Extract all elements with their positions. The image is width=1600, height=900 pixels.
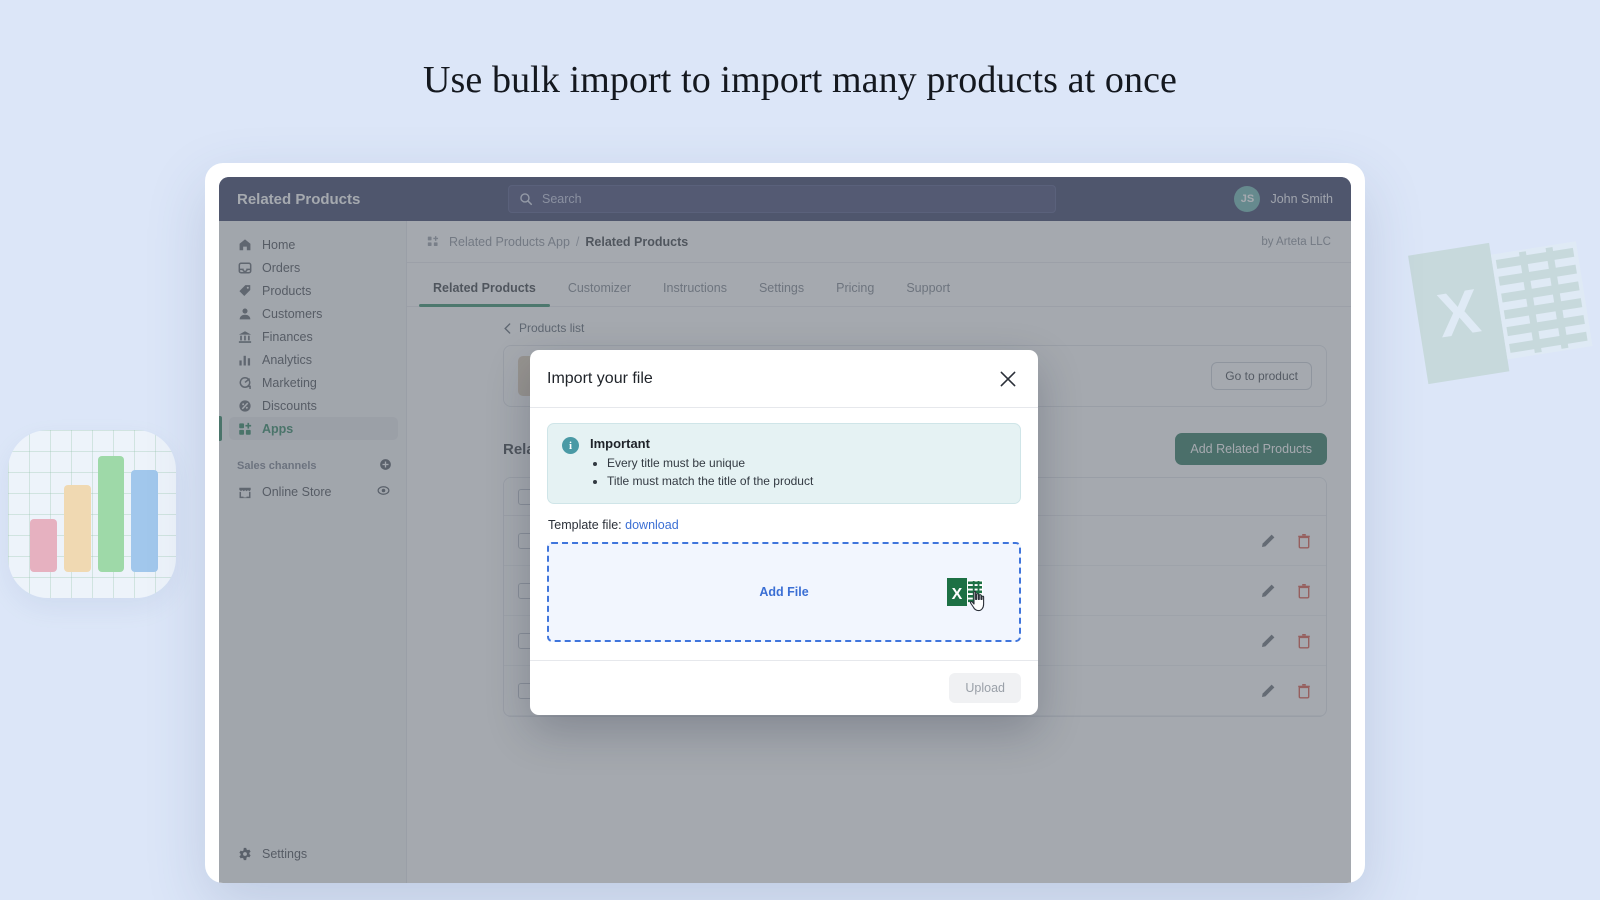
callout-title: Important (590, 436, 650, 451)
bar-4 (131, 469, 158, 572)
modal-title: Import your file (547, 369, 653, 387)
callout-content: Important Every title must be unique Tit… (590, 436, 813, 490)
bar-1 (30, 518, 57, 572)
modal-header: Import your file (530, 350, 1038, 408)
bar-3 (97, 456, 125, 572)
add-file-link[interactable]: Add File (759, 585, 808, 599)
decorative-bar-chart-icon (8, 430, 176, 598)
svg-text:X: X (952, 586, 963, 603)
import-file-modal: Import your file i Important Every title… (530, 350, 1038, 716)
callout-bullet: Title must match the title of the produc… (607, 473, 813, 491)
close-icon[interactable] (994, 365, 1022, 393)
callout-bullet: Every title must be unique (607, 455, 813, 473)
template-label: Template file: (548, 518, 622, 533)
page-headline: Use bulk import to import many products … (422, 59, 1177, 101)
decorative-excel-icon: X (1408, 241, 1593, 385)
bars-group (30, 456, 158, 572)
modal-footer: Upload (530, 660, 1038, 715)
template-file-line: Template file: download (548, 518, 1021, 532)
drag-cursor-icon (969, 590, 985, 612)
bar-2 (63, 485, 91, 572)
template-download-link[interactable]: download (625, 518, 679, 532)
file-dropzone[interactable]: Add File X (547, 542, 1021, 643)
modal-body: i Important Every title must be unique T… (530, 408, 1038, 660)
callout-list: Every title must be unique Title must ma… (607, 455, 813, 490)
info-icon: i (562, 437, 579, 454)
upload-button[interactable]: Upload (949, 673, 1021, 704)
important-callout: i Important Every title must be unique T… (547, 423, 1021, 505)
